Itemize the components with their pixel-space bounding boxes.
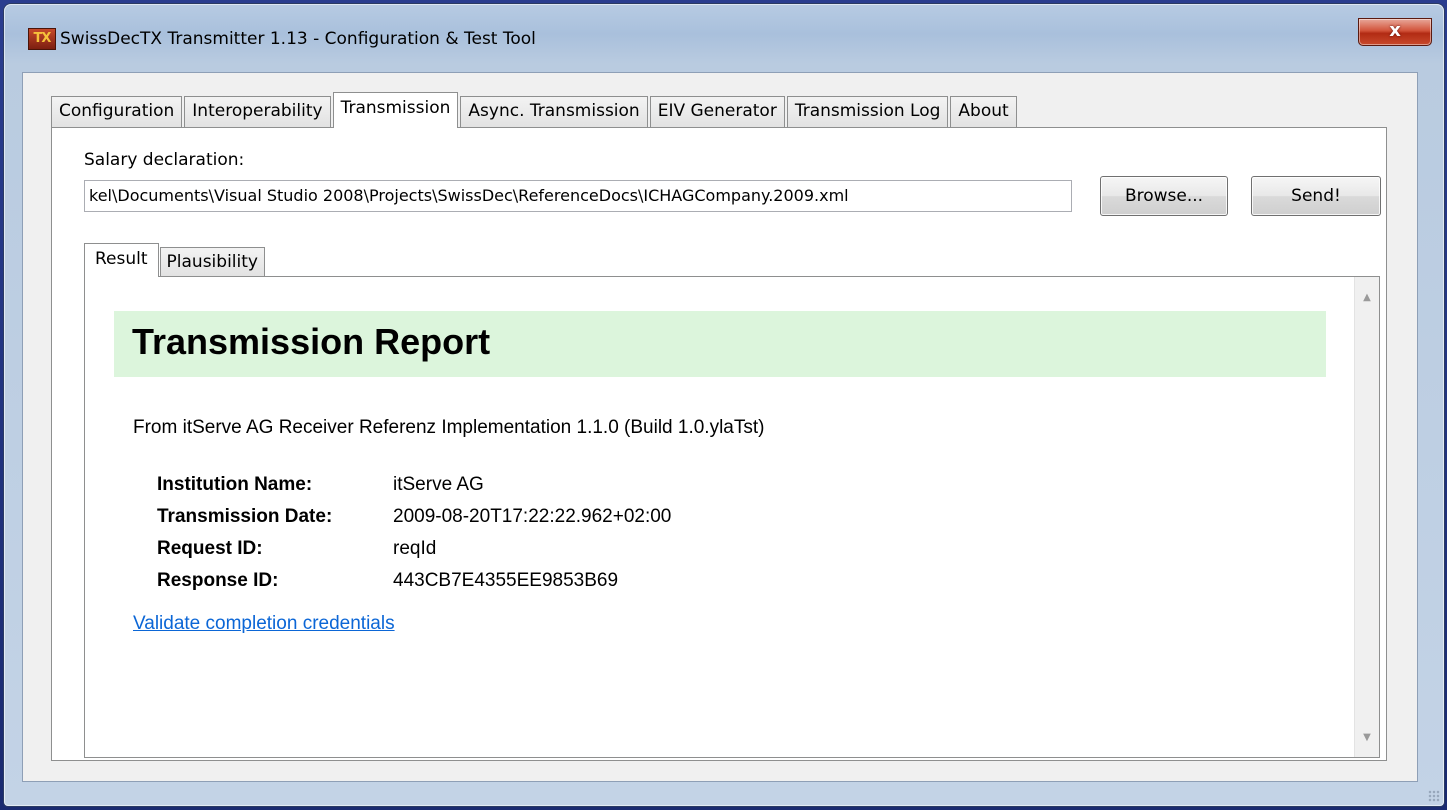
detail-label: Institution Name: <box>157 474 313 495</box>
tab-plausibility[interactable]: Plausibility <box>159 247 265 276</box>
scroll-down-arrow-icon[interactable]: ▼ <box>1355 727 1379 749</box>
transmission-panel: Salary declaration: kel\Documents\Visual… <box>51 127 1387 761</box>
main-tab-bar: Configuration Interoperability Transmiss… <box>51 91 1019 128</box>
tab-async-transmission[interactable]: Async. Transmission <box>460 96 648 127</box>
resize-grip-icon[interactable] <box>1428 790 1440 802</box>
detail-value: itServe AG <box>393 474 484 495</box>
client-area: Configuration Interoperability Transmiss… <box>22 72 1418 782</box>
report-header: Transmission Report <box>114 311 1326 377</box>
browse-button[interactable]: Browse... <box>1100 176 1228 216</box>
window-title: SwissDecTX Transmitter 1.13 - Configurat… <box>60 29 536 49</box>
tab-configuration[interactable]: Configuration <box>51 96 183 127</box>
tab-transmission[interactable]: Transmission <box>332 92 459 128</box>
app-icon: TX <box>28 28 56 50</box>
validate-credentials-link[interactable]: Validate completion credentials <box>133 613 395 635</box>
report-source-line: From itServe AG Receiver Referenz Implem… <box>133 417 765 438</box>
result-tab-bar: Result Plausibility <box>84 240 266 277</box>
detail-row-response-id: Response ID: 443CB7E4355EE9853B69 <box>157 565 671 597</box>
transmission-report-view: Transmission Report From itServe AG Rece… <box>85 277 1355 757</box>
report-title: Transmission Report <box>132 321 491 362</box>
tab-interoperability[interactable]: Interoperability <box>184 96 331 127</box>
report-details: Institution Name: itServe AG Transmissio… <box>157 469 671 597</box>
detail-value: 443CB7E4355EE9853B69 <box>393 570 619 591</box>
scroll-up-arrow-icon[interactable]: ▲ <box>1355 287 1379 309</box>
detail-row-date: Transmission Date: 2009-08-20T17:22:22.9… <box>157 501 671 533</box>
detail-value: 2009-08-20T17:22:22.962+02:00 <box>393 506 672 527</box>
detail-label: Transmission Date: <box>157 506 333 527</box>
detail-row-request-id: Request ID: reqId <box>157 533 671 565</box>
detail-row-institution: Institution Name: itServe AG <box>157 469 671 501</box>
detail-value: reqId <box>393 538 437 559</box>
tab-result[interactable]: Result <box>84 243 159 277</box>
vertical-scrollbar[interactable]: ▲ ▼ <box>1354 277 1379 757</box>
salary-declaration-path-input[interactable]: kel\Documents\Visual Studio 2008\Project… <box>84 180 1072 212</box>
tab-eiv-generator[interactable]: EIV Generator <box>649 96 785 127</box>
send-button[interactable]: Send! <box>1251 176 1381 216</box>
tab-transmission-log[interactable]: Transmission Log <box>786 96 949 127</box>
close-button[interactable]: x <box>1358 18 1432 46</box>
tab-about[interactable]: About <box>950 96 1017 127</box>
salary-declaration-label: Salary declaration: <box>84 150 245 170</box>
detail-label: Response ID: <box>157 570 279 591</box>
title-bar[interactable]: TX SwissDecTX Transmitter 1.13 - Configu… <box>4 4 1444 72</box>
close-icon: x <box>1389 20 1401 41</box>
detail-label: Request ID: <box>157 538 263 559</box>
result-panel: Transmission Report From itServe AG Rece… <box>84 276 1380 758</box>
app-window: TX SwissDecTX Transmitter 1.13 - Configu… <box>4 4 1444 806</box>
desktop-background: TX SwissDecTX Transmitter 1.13 - Configu… <box>0 0 1447 810</box>
path-input-value: kel\Documents\Visual Studio 2008\Project… <box>89 186 849 205</box>
